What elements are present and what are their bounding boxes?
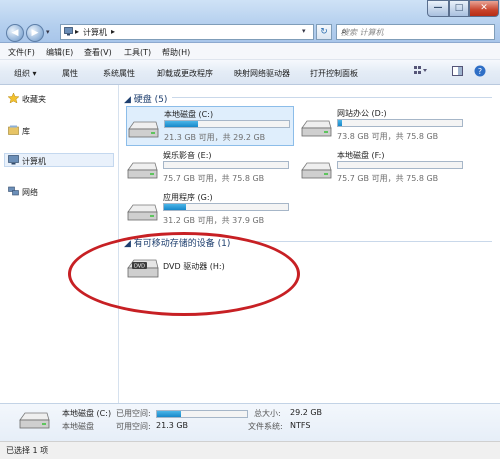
network-icon (8, 186, 19, 196)
minimize-button[interactable]: — (427, 0, 449, 17)
computer-icon (64, 27, 73, 36)
details-usage-bar (156, 410, 248, 418)
nav-selection-highlight (4, 153, 114, 167)
drive-usage-bar (163, 161, 289, 169)
search-input[interactable]: 搜索 计算机 ⌕ (336, 24, 495, 40)
drive-free-space: 73.8 GB 可用，共 75.8 GB (337, 132, 439, 141)
menu-view[interactable]: 查看(V) (84, 47, 112, 58)
properties-button[interactable]: 属性 (62, 68, 78, 79)
svg-text:?: ? (478, 67, 482, 76)
command-toolbar: 组织 ▾ 属性 系统属性 卸载或更改程序 映射网络驱动器 打开控制面板 ? (0, 60, 500, 85)
hard-drive-icon (300, 118, 332, 138)
drive-free-space: 21.3 GB 可用，共 29.2 GB (164, 133, 266, 142)
help-icon[interactable]: ? (474, 65, 486, 77)
drive-name: 本地磁盘 (F:) (337, 151, 385, 160)
group-hard-disks-label: 硬盘 (5) (133, 95, 168, 105)
uninstall-program-button[interactable]: 卸载或更改程序 (157, 68, 213, 79)
menu-edit[interactable]: 编辑(E) (46, 47, 73, 58)
drive-name: 娱乐影音 (E:) (163, 151, 212, 160)
group-divider (250, 241, 492, 242)
system-properties-button[interactable]: 系统属性 (103, 68, 135, 79)
address-bar[interactable]: ▸ 计算机 ▸ (60, 24, 314, 40)
drive-free-space: 75.7 GB 可用，共 75.8 GB (163, 174, 265, 183)
nav-favorites[interactable]: 收藏夹 (22, 94, 46, 105)
drive-usage-bar (164, 120, 290, 128)
library-icon (8, 125, 19, 135)
nav-computer[interactable]: 计算机 (22, 156, 46, 167)
group-divider (172, 97, 492, 98)
details-drive-name: 本地磁盘 (C:) (62, 409, 112, 418)
drive-usage-bar (163, 203, 289, 211)
details-fs-value: NTFS (290, 421, 311, 430)
map-network-drive-button[interactable]: 映射网络驱动器 (234, 68, 290, 79)
annotation-ellipse (68, 232, 300, 316)
search-icon: ⌕ (341, 26, 347, 37)
status-text: 已选择 1 项 (6, 446, 49, 455)
open-control-panel-button[interactable]: 打开控制面板 (310, 68, 358, 79)
refresh-button[interactable]: ↻ (316, 24, 332, 40)
hard-drive-icon (126, 202, 158, 222)
breadcrumb-separator-icon: ▸ (75, 27, 80, 36)
details-used-label: 已用空间: (116, 409, 151, 418)
organize-button[interactable]: 组织 ▾ (14, 68, 37, 79)
nav-network[interactable]: 网络 (22, 187, 38, 198)
group-hard-disks-header[interactable]: ◢ 硬盘 (5) (124, 92, 167, 105)
breadcrumb-computer[interactable]: 计算机 (83, 27, 107, 38)
drive-tile-f[interactable]: 本地磁盘 (F:) 75.7 GB 可用，共 75.8 GB (300, 148, 468, 188)
drive-usage-bar (337, 119, 463, 127)
star-icon (7, 92, 20, 104)
drive-free-space: 75.7 GB 可用，共 75.8 GB (337, 174, 439, 183)
details-total-label: 总大小: (254, 409, 281, 418)
drive-tile-e[interactable]: 娱乐影音 (E:) 75.7 GB 可用，共 75.8 GB (126, 148, 294, 188)
status-bar: 已选择 1 项 (0, 441, 500, 459)
hard-drive-icon (300, 160, 332, 180)
details-drive-type: 本地磁盘 (62, 422, 94, 431)
menu-tools[interactable]: 工具(T) (124, 47, 151, 58)
preview-pane-icon[interactable] (452, 66, 463, 76)
drive-free-space: 31.2 GB 可用，共 37.9 GB (163, 216, 265, 225)
details-free-label: 可用空间: (116, 422, 151, 431)
maximize-button[interactable]: □ (449, 0, 469, 17)
drive-name: 本地磁盘 (C:) (164, 110, 214, 119)
drive-tile-d[interactable]: 网站办公 (D:) 73.8 GB 可用，共 75.8 GB (300, 106, 468, 146)
details-total-value: 29.2 GB (290, 408, 323, 417)
breadcrumb-separator-icon[interactable]: ▸ (111, 27, 115, 36)
hard-drive-icon (126, 160, 158, 180)
details-free-value: 21.3 GB (156, 421, 189, 430)
hard-drive-icon (127, 119, 159, 139)
forward-button[interactable]: ▶ (26, 24, 44, 42)
menu-file[interactable]: 文件(F) (8, 47, 35, 58)
back-button[interactable]: ◀ (6, 24, 24, 42)
drive-name: 应用程序 (G:) (163, 193, 213, 202)
view-options-icon[interactable] (414, 66, 427, 76)
hard-drive-icon (18, 410, 50, 430)
menu-help[interactable]: 帮助(H) (162, 47, 190, 58)
details-pane: 本地磁盘 (C:) 本地磁盘 已用空间: 可用空间: 21.3 GB 总大小: … (0, 403, 500, 442)
menu-bar: 文件(F) 编辑(E) 查看(V) 工具(T) 帮助(H) (0, 43, 500, 60)
details-fs-label: 文件系统: (248, 422, 283, 431)
nav-libraries[interactable]: 库 (22, 126, 30, 137)
drive-usage-bar (337, 161, 463, 169)
drive-name: 网站办公 (D:) (337, 109, 387, 118)
computer-icon (8, 155, 19, 165)
drive-tile-c[interactable]: 本地磁盘 (C:) 21.3 GB 可用，共 29.2 GB (126, 106, 294, 146)
address-dropdown-icon[interactable]: ▾ (302, 27, 306, 35)
drive-tile-g[interactable]: 应用程序 (G:) 31.2 GB 可用，共 37.9 GB (126, 190, 294, 230)
recent-pages-chevron-icon[interactable]: ▾ (46, 28, 54, 36)
close-button[interactable]: ✕ (469, 0, 499, 17)
collapse-triangle-icon[interactable]: ◢ (124, 95, 134, 105)
